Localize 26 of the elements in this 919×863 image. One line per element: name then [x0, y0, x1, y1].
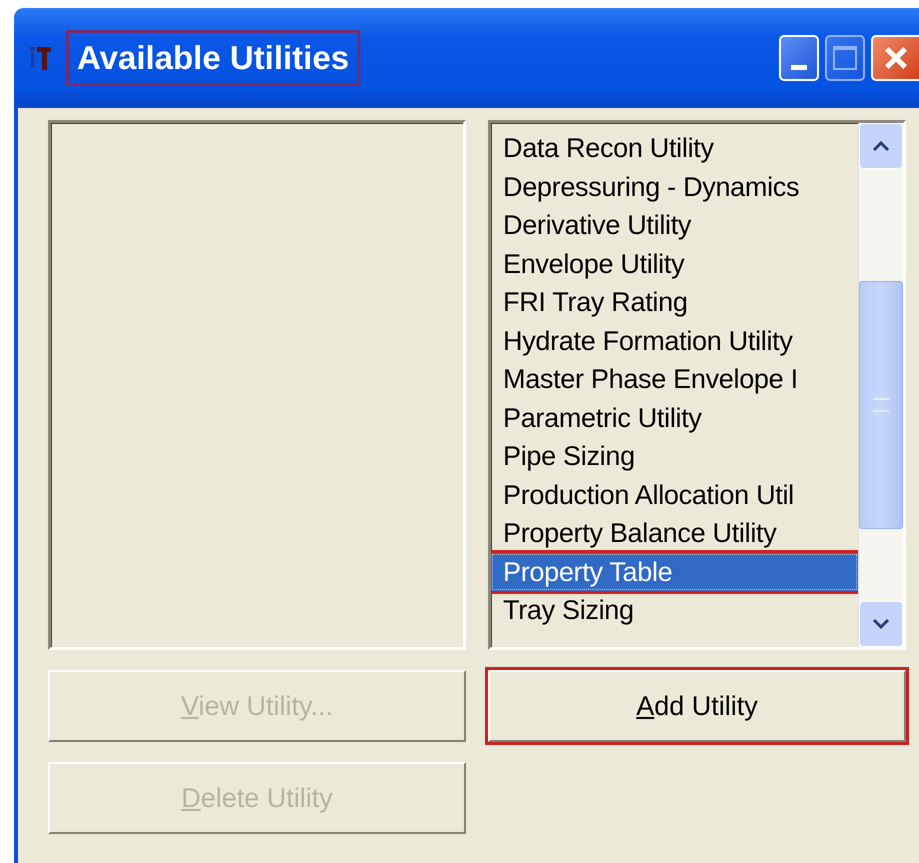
list-item[interactable]: Data Recon Utility — [491, 129, 858, 168]
list-item[interactable]: Hydrate Formation Utility — [491, 322, 858, 360]
list-item[interactable]: Envelope Utility — [491, 244, 858, 283]
window-title: Available Utilities — [66, 30, 360, 86]
list-item[interactable]: FRI Tray Rating — [491, 283, 858, 322]
action-button[interactable]: Add Utility — [488, 670, 906, 742]
scroll-down-button[interactable] — [859, 601, 903, 647]
list-item[interactable]: Property Balance Utility — [491, 514, 858, 552]
list-item[interactable]: Depressuring - Dynamics — [491, 168, 858, 206]
list-item[interactable]: Production Allocation Util — [491, 476, 858, 514]
list-item[interactable]: Property Table — [491, 552, 858, 591]
scroll-thumb[interactable] — [859, 281, 903, 529]
list-item[interactable]: Derivative Utility — [491, 206, 858, 244]
maximize-button[interactable] — [825, 35, 865, 81]
list-item[interactable]: Master Phase Envelope I — [491, 360, 858, 398]
list-item[interactable]: Pipe Sizing — [491, 437, 858, 476]
scroll-up-button[interactable] — [859, 123, 903, 169]
chevron-up-icon — [871, 140, 891, 152]
close-button[interactable] — [871, 35, 919, 81]
chevron-down-icon — [871, 618, 891, 630]
close-icon — [883, 45, 909, 71]
scrollbar[interactable] — [858, 123, 903, 647]
minimize-button[interactable] — [779, 35, 819, 81]
tool-icon — [28, 44, 52, 72]
list-item[interactable]: Tray Sizing — [491, 591, 858, 630]
list-item[interactable]: Parametric Utility — [491, 398, 858, 437]
